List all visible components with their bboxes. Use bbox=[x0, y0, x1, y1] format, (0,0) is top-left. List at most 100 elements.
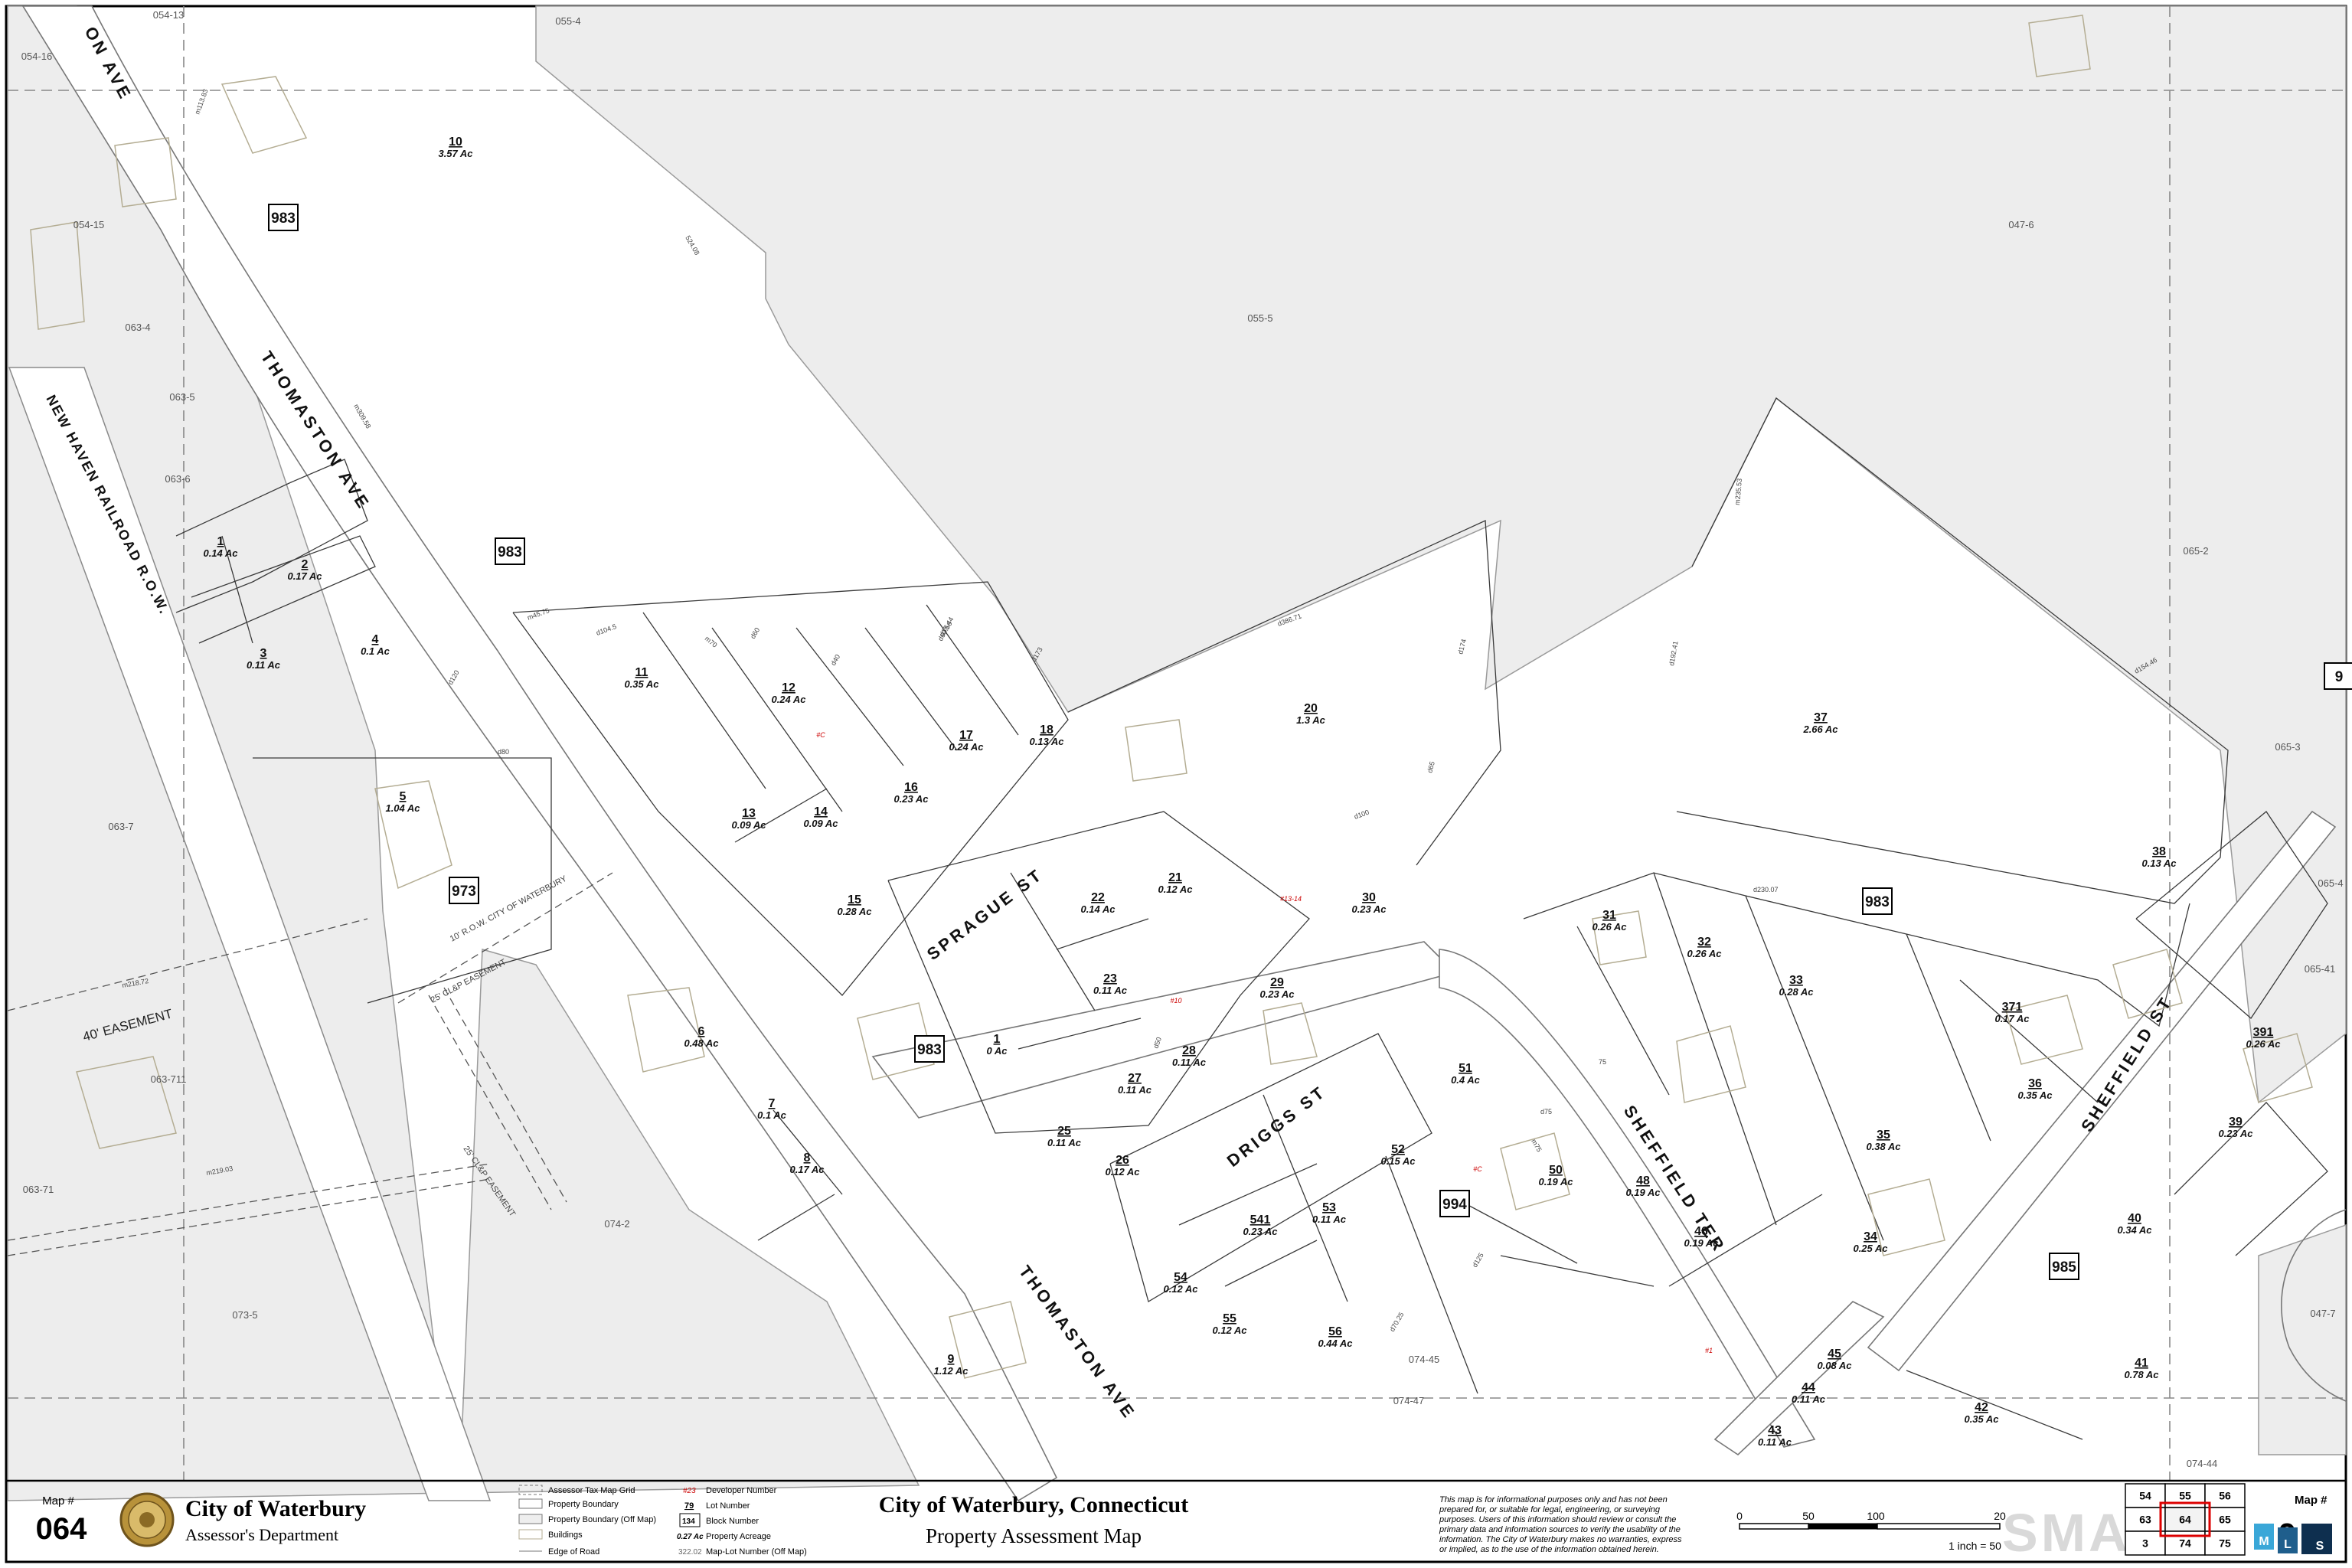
offmap-lot-label: 074-45 bbox=[1409, 1354, 1439, 1365]
index-grid-label: 63 bbox=[2139, 1514, 2151, 1526]
lot-acreage: 0.78 Ac bbox=[2124, 1369, 2159, 1380]
legend-label-block: Block Number bbox=[706, 1517, 759, 1526]
lot-number: 21 bbox=[1168, 871, 1182, 884]
lot-acreage: 0.11 Ac bbox=[247, 659, 281, 671]
legend-sample-block: 134 bbox=[682, 1517, 695, 1526]
lot-acreage: 0.11 Ac bbox=[1312, 1214, 1347, 1225]
lot-acreage: 0.11 Ac bbox=[1792, 1393, 1826, 1405]
offmap-lot-label: 054-16 bbox=[21, 51, 52, 62]
lot-acreage: 0.11 Ac bbox=[1047, 1137, 1082, 1148]
disclaimer-line-6: or implied, as to the use of the informa… bbox=[1439, 1545, 1659, 1554]
lot-acreage: 0.09 Ac bbox=[803, 818, 838, 829]
lot-acreage: 0.23 Ac bbox=[893, 793, 929, 805]
lot-number: 35 bbox=[1877, 1129, 1890, 1142]
lot-number: 28 bbox=[1182, 1044, 1196, 1057]
map-number-label: Map # bbox=[42, 1494, 74, 1508]
lot-number: 38 bbox=[2152, 845, 2166, 858]
lot-number: 42 bbox=[1975, 1401, 1988, 1414]
lot-number: 5 bbox=[400, 790, 407, 803]
block-number: 973 bbox=[452, 884, 476, 900]
lot-number: 10 bbox=[449, 136, 462, 149]
block-number: 985 bbox=[2052, 1259, 2076, 1276]
lot-number: 41 bbox=[2135, 1357, 2148, 1370]
offmap-lot-label: 063-71 bbox=[23, 1184, 54, 1195]
offmap-lot-label: 065-3 bbox=[2275, 741, 2300, 753]
lot-number: 25 bbox=[1057, 1125, 1071, 1138]
lot-acreage: 0 Ac bbox=[987, 1045, 1008, 1057]
dimension-label: d75 bbox=[1540, 1108, 1552, 1116]
lot-acreage: 0.1 Ac bbox=[757, 1109, 787, 1121]
lot-number: 22 bbox=[1091, 891, 1105, 904]
map-title: City of Waterbury, Connecticut bbox=[879, 1492, 1188, 1517]
lot-acreage: 0.26 Ac bbox=[1592, 921, 1627, 933]
offmap-lot-label: 054-13 bbox=[153, 9, 184, 21]
legend-label-lot: Lot Number bbox=[706, 1501, 750, 1511]
lot-acreage: 0.28 Ac bbox=[1779, 986, 1814, 998]
lot-number: 55 bbox=[1223, 1312, 1236, 1325]
lot-acreage: 1.04 Ac bbox=[385, 802, 420, 814]
mls-logo-icon: M L S bbox=[2254, 1524, 2332, 1554]
offmap-lot-label: 047-7 bbox=[2310, 1308, 2335, 1319]
index-grid-label: 75 bbox=[2219, 1537, 2231, 1550]
lot-acreage: 0.13 Ac bbox=[2141, 858, 2177, 869]
lot-acreage: 0.44 Ac bbox=[1318, 1338, 1353, 1349]
lot-number: 33 bbox=[1789, 974, 1803, 987]
lot-acreage: 0.28 Ac bbox=[837, 906, 872, 917]
developer-number: #1 bbox=[1705, 1347, 1713, 1354]
lot-number: 13 bbox=[742, 807, 756, 820]
legend-label-property-boundary-offmap: Property Boundary (Off Map) bbox=[548, 1515, 656, 1524]
lot-number: 9 bbox=[948, 1353, 955, 1366]
developer-number: #13-14 bbox=[1280, 895, 1302, 903]
offmap-lot-label: 065-2 bbox=[2183, 545, 2208, 557]
lot-acreage: 0.17 Ac bbox=[287, 570, 322, 582]
lot-number: 541 bbox=[1250, 1214, 1271, 1227]
lot-acreage: 0.23 Ac bbox=[1243, 1226, 1278, 1237]
lot-acreage: 0.11 Ac bbox=[1172, 1057, 1207, 1068]
index-grid: 54 55 56 63 64 65 3 74 75 bbox=[2125, 1483, 2246, 1556]
lot-acreage: 0.12 Ac bbox=[1212, 1325, 1247, 1336]
lot-number: 371 bbox=[2002, 1001, 2023, 1014]
lot-number: 4 bbox=[372, 633, 379, 646]
lot-number: 14 bbox=[814, 805, 828, 818]
dimension-label: d230.07 bbox=[1753, 886, 1779, 893]
lot-acreage: 0.13 Ac bbox=[1029, 736, 1064, 747]
lot-acreage: 0.08 Ac bbox=[1817, 1360, 1852, 1371]
lot-acreage: 0.34 Ac bbox=[2117, 1224, 2152, 1236]
legend-label-tax-grid: Assessor Tax Map Grid bbox=[548, 1486, 635, 1495]
block-number: 983 bbox=[498, 544, 522, 560]
index-grid-label: 74 bbox=[2179, 1537, 2191, 1550]
lot-acreage: 0.23 Ac bbox=[2218, 1128, 2253, 1139]
lot-number: 52 bbox=[1391, 1143, 1405, 1156]
lot-number: 27 bbox=[1128, 1072, 1142, 1085]
lot-acreage: 0.4 Ac bbox=[1451, 1074, 1481, 1086]
lot-number: 50 bbox=[1549, 1164, 1563, 1177]
lot-number: 3 bbox=[260, 647, 267, 660]
developer-number: #10 bbox=[1170, 997, 1181, 1004]
legend-sample-developer: #23 bbox=[683, 1487, 696, 1495]
department-name: Assessor's Department bbox=[185, 1525, 338, 1544]
disclaimer-line-3: purposes. Users of this information shou… bbox=[1439, 1515, 1676, 1524]
lot-number: 37 bbox=[1814, 711, 1828, 724]
offmap-lot-label: 047-6 bbox=[2008, 219, 2034, 230]
block-number: 983 bbox=[271, 211, 296, 227]
lot-number: 30 bbox=[1362, 891, 1376, 904]
developer-number: #C bbox=[1473, 1165, 1482, 1173]
offmap-lot-label: 065-4 bbox=[2318, 877, 2343, 889]
lot-number: 12 bbox=[782, 681, 795, 694]
lot-number: 15 bbox=[848, 893, 861, 906]
offmap-lot-label: 073-5 bbox=[232, 1309, 257, 1321]
offmap-lot-label: 063-4 bbox=[125, 322, 150, 333]
legend-label-maplot: Map-Lot Number (Off Map) bbox=[706, 1547, 807, 1557]
lot-acreage: 0.17 Ac bbox=[789, 1164, 825, 1175]
scale-label-0: 0 bbox=[1736, 1510, 1743, 1522]
legend-sample-acreage: 0.27 Ac bbox=[677, 1533, 704, 1541]
lot-acreage: 0.19 Ac bbox=[1625, 1187, 1661, 1198]
disclaimer-line-1: This map is for informational purposes o… bbox=[1439, 1495, 1668, 1504]
lot-acreage: 0.09 Ac bbox=[731, 819, 766, 831]
block-number: 9 bbox=[2335, 669, 2344, 685]
disclaimer-line-5: information. The City of Waterbury makes… bbox=[1439, 1535, 1682, 1544]
property-map[interactable]: ON AVE THOMASTON AVE NEW HAVEN RAILROAD … bbox=[0, 0, 2352, 1568]
lot-acreage: 0.48 Ac bbox=[684, 1037, 719, 1049]
lot-number: 43 bbox=[1768, 1424, 1782, 1437]
index-grid-label: 56 bbox=[2219, 1490, 2231, 1502]
